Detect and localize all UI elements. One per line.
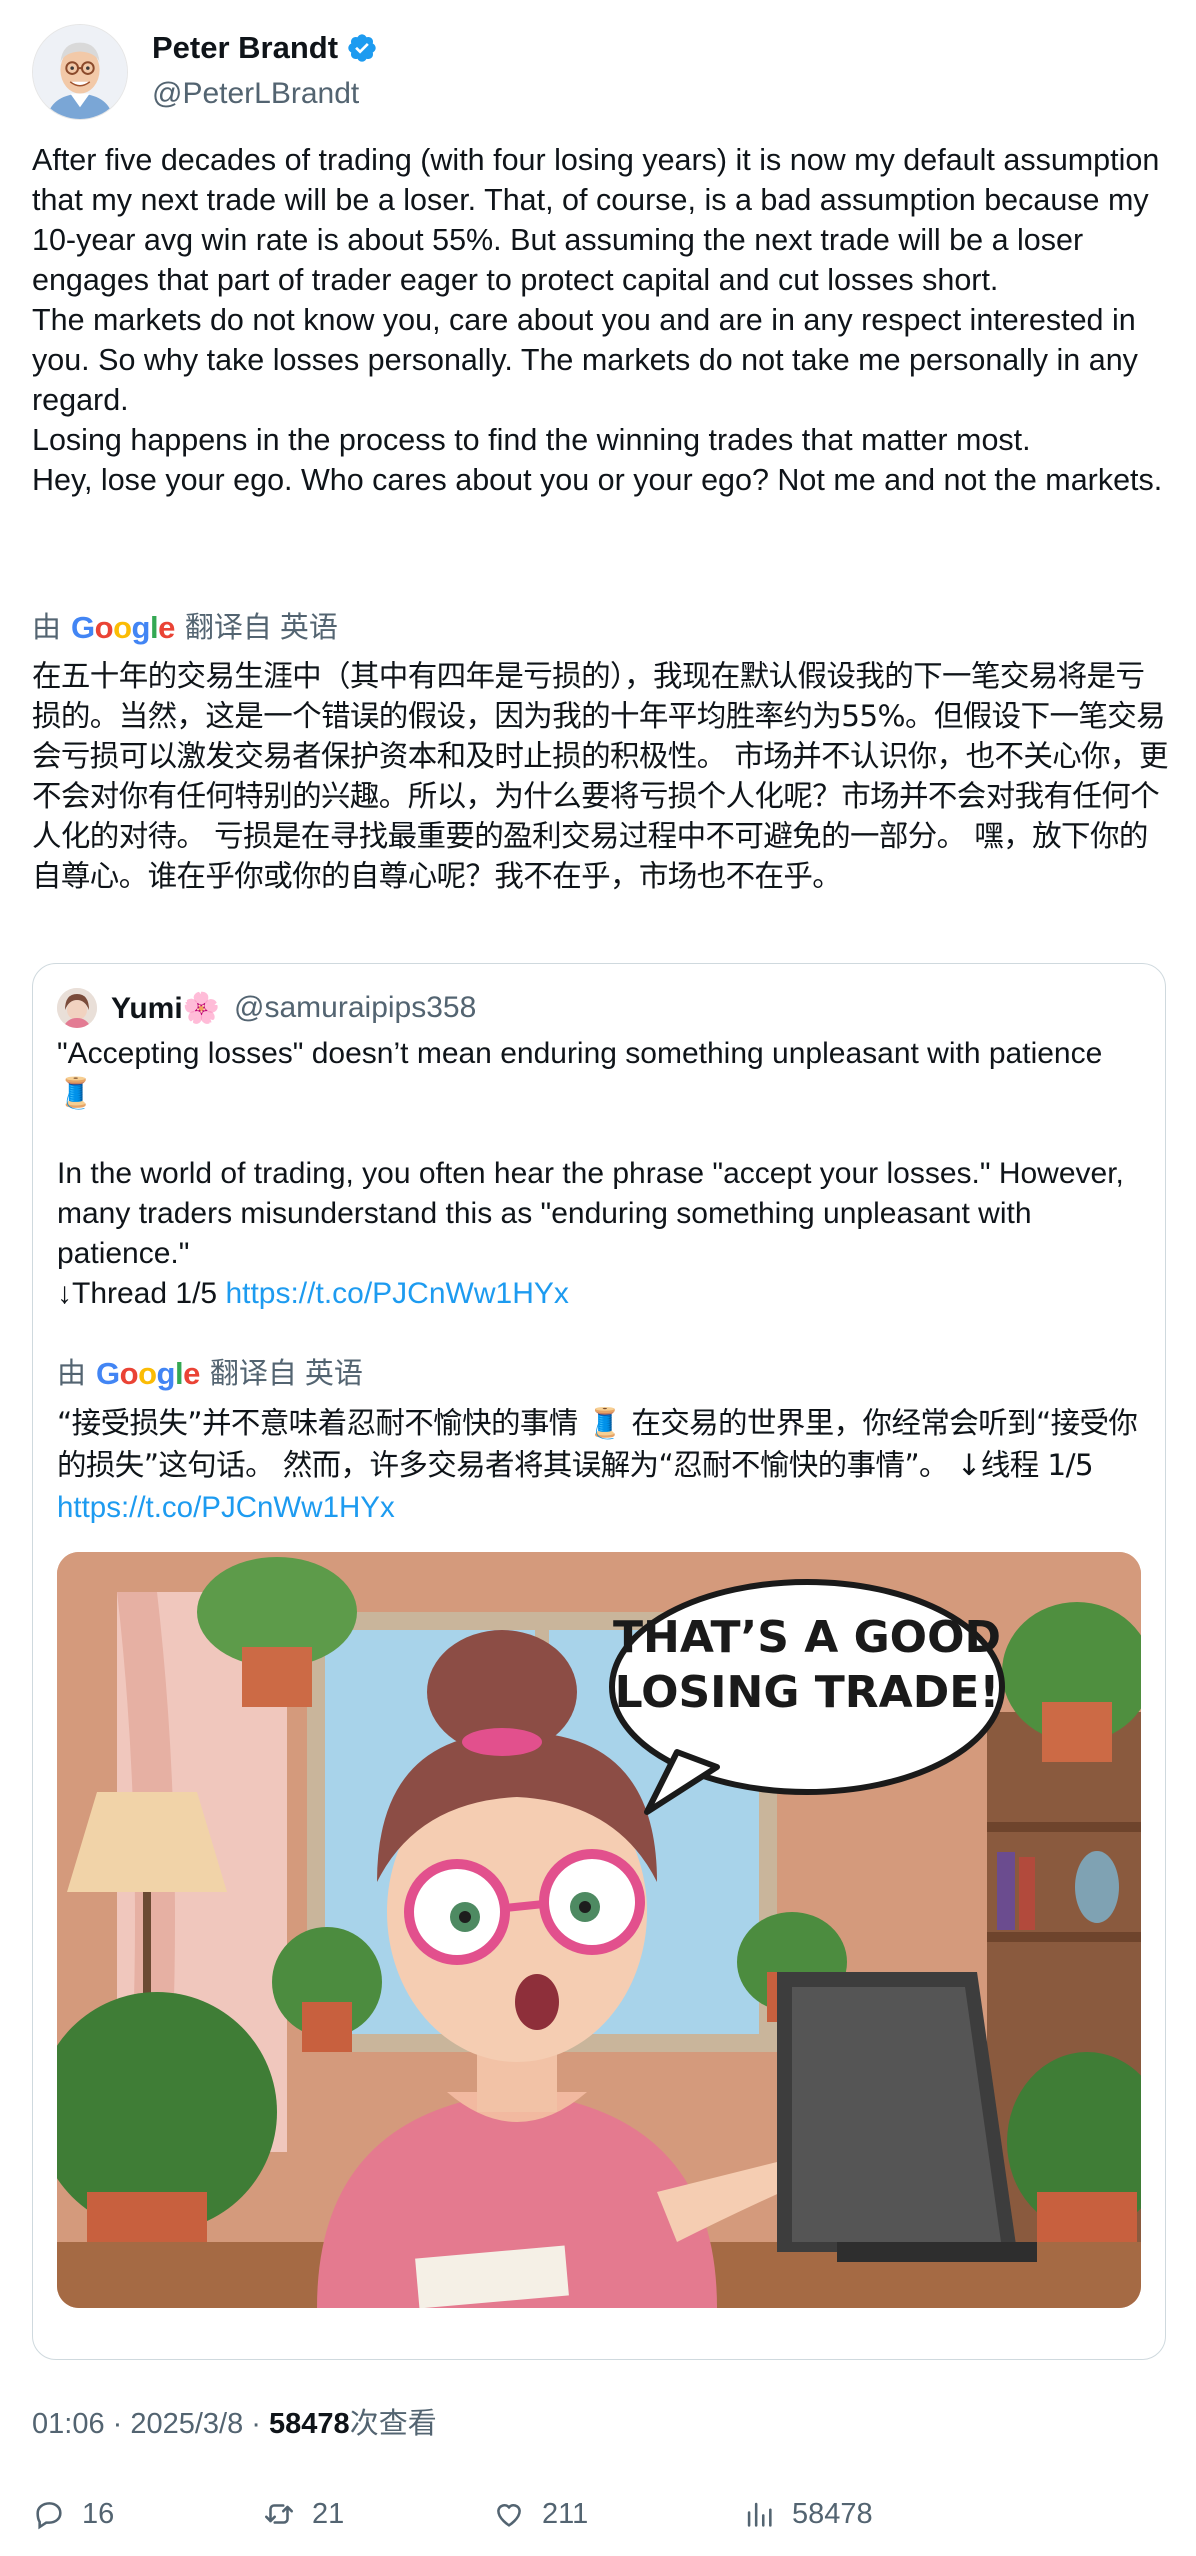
speech-bubble-line2: LOSING TRADE!	[615, 1667, 1000, 1718]
quoted-google-logo-icon: Google	[96, 1356, 200, 1391]
views-button[interactable]: 58478	[742, 2490, 873, 2538]
translation-prefix: 由	[32, 612, 62, 644]
quoted-tweet-card[interactable]: Yumi🌸 @samuraipips358 "Accepting losses"…	[32, 963, 1166, 2360]
like-button[interactable]: 211	[492, 2490, 588, 2538]
views-chart-icon	[747, 2502, 772, 2527]
cartoon-illustration: THAT’S A GOOD LOSING TRADE!	[57, 1552, 1141, 2308]
reply-icon	[36, 2502, 62, 2530]
quoted-text-line1: "Accepting losses" doesn’t mean enduring…	[57, 1037, 1103, 1110]
tweet-date[interactable]: 2025/3/8	[130, 2408, 243, 2440]
quoted-translated-link[interactable]: https://t.co/PJCnWw1HYx	[57, 1491, 395, 1524]
quoted-avatar-illustration	[57, 988, 97, 1028]
quoted-translation-suffix[interactable]: 翻译自 英语	[210, 1354, 363, 1394]
quoted-author-avatar[interactable]	[57, 988, 97, 1028]
tweet-time[interactable]: 01:06	[32, 2408, 105, 2440]
views-count: 58478	[269, 2408, 350, 2440]
reply-button[interactable]: 16	[32, 2490, 114, 2538]
like-count: 211	[542, 2497, 589, 2530]
quoted-translation-attribution: 由 Google 翻译自 英语	[57, 1354, 363, 1394]
quoted-tweet-link[interactable]: https://t.co/PJCnWw1HYx	[225, 1277, 568, 1310]
reply-count: 16	[82, 2497, 115, 2530]
author-avatar[interactable]	[32, 24, 128, 120]
google-logo-icon: Google	[71, 610, 175, 645]
verified-badge-icon	[348, 34, 376, 62]
tweet-header: Peter Brandt @PeterLBrandt	[32, 24, 1164, 120]
views-label: 次查看	[349, 2408, 437, 2440]
quoted-thread-line: ↓Thread 1/5 https://t.co/PJCnWw1HYx	[57, 1274, 1137, 1314]
quoted-translation-prefix: 由	[57, 1358, 87, 1390]
author-handle[interactable]: @PeterLBrandt	[152, 76, 359, 112]
quoted-author-handle[interactable]: @samuraipips358	[234, 991, 476, 1025]
quoted-author-name[interactable]: Yumi🌸	[111, 991, 220, 1026]
quoted-tweet-header: Yumi🌸 @samuraipips358	[57, 988, 476, 1028]
meta-separator-1: ·	[104, 2408, 131, 2440]
quoted-thread-label: ↓Thread 1/5	[57, 1277, 226, 1310]
tweet-text: After five decades of trading (with four…	[32, 143, 1163, 497]
author-name[interactable]: Peter Brandt	[152, 28, 338, 68]
action-bar: 16 21 211 58478	[32, 2490, 1164, 2538]
retweet-button[interactable]: 21	[262, 2490, 344, 2538]
views-action-count: 58478	[792, 2497, 873, 2530]
retweet-icon	[264, 2504, 294, 2524]
translated-tweet-text: 在五十年的交易生涯中（其中有四年是亏损的），我现在默认假设我的下一笔交易将是亏损…	[32, 659, 1168, 893]
quoted-translated-text: “接受损失”并不意味着忍耐不愉快的事情 🧵 在交易的世界里，你经常会听到“接受你…	[57, 1402, 1147, 1529]
translation-suffix[interactable]: 翻译自 英语	[185, 608, 338, 648]
author-name-row: Peter Brandt	[152, 28, 378, 68]
meta-separator-2: ·	[243, 2408, 270, 2440]
translation-attribution: 由 Google 翻译自 英语	[32, 608, 338, 648]
heart-icon	[497, 2504, 521, 2527]
quoted-translated-body: “接受损失”并不意味着忍耐不愉快的事情 🧵 在交易的世界里，你经常会听到“接受你…	[57, 1406, 1138, 1482]
retweet-count: 21	[312, 2497, 345, 2530]
quoted-tweet-text: "Accepting losses" doesn’t mean enduring…	[57, 1034, 1137, 1314]
quoted-text-line2: In the world of trading, you often hear …	[57, 1157, 1124, 1270]
quoted-tweet-image[interactable]: THAT’S A GOOD LOSING TRADE!	[57, 1552, 1141, 2308]
speech-bubble-line1: THAT’S A GOOD	[613, 1612, 1001, 1663]
tweet-meta: 01:06 · 2025/3/8 · 58478次查看	[32, 2404, 437, 2444]
author-avatar-illustration	[33, 25, 127, 119]
